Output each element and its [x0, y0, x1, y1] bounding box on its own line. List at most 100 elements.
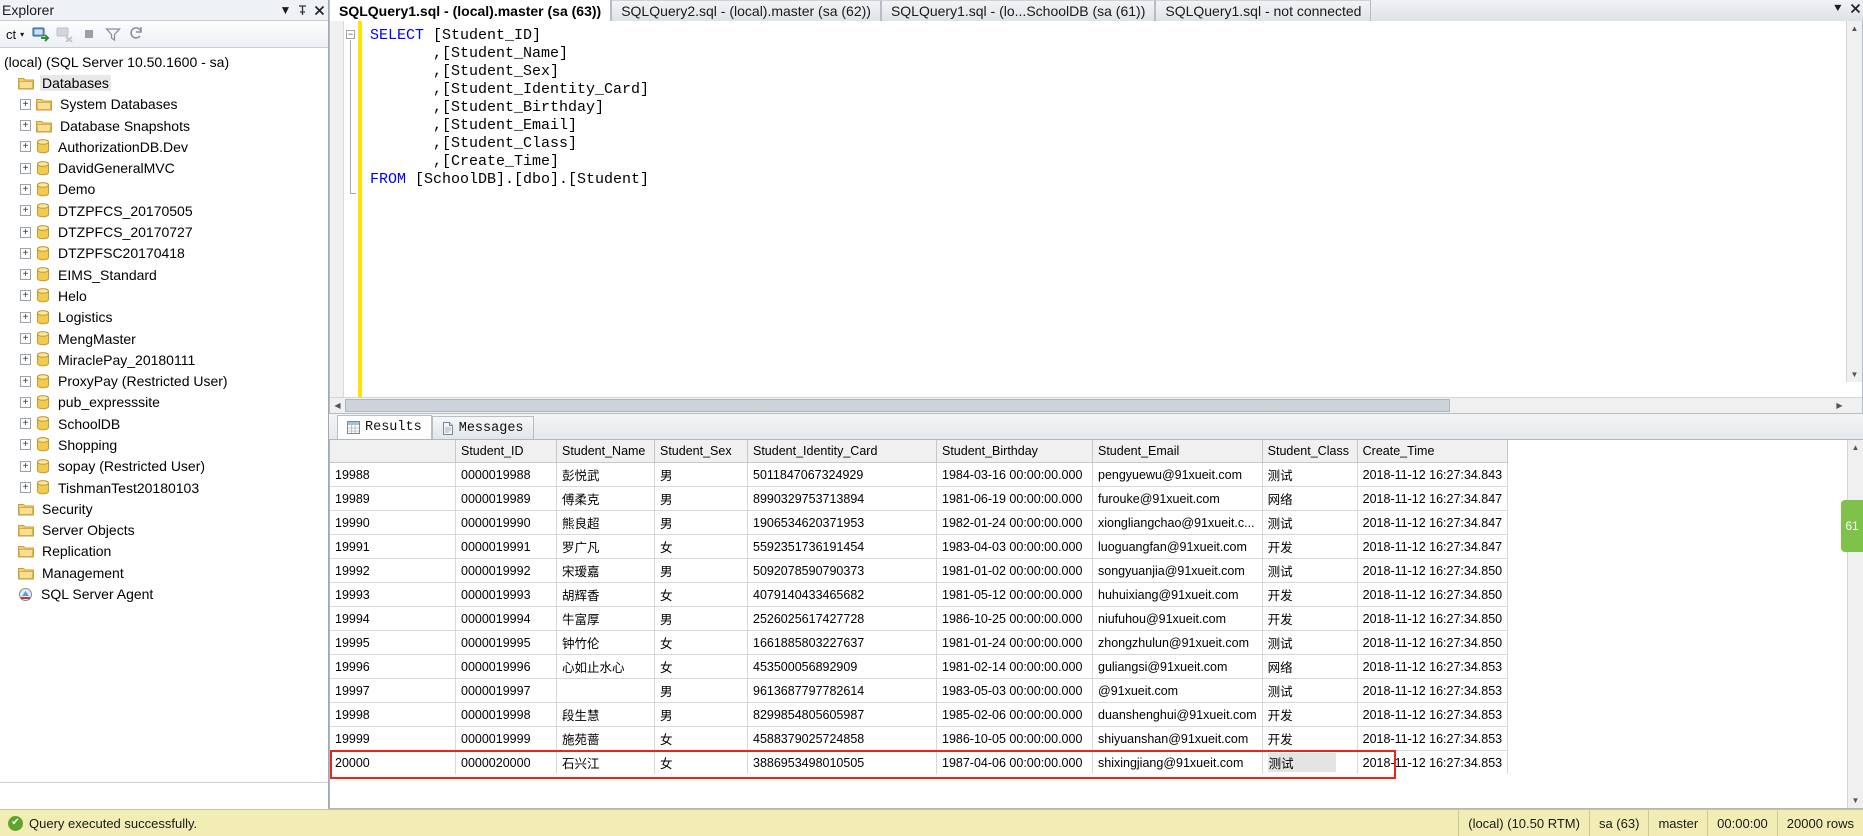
table-cell[interactable]: 女 [654, 654, 748, 679]
table-cell[interactable]: 男 [654, 462, 748, 487]
table-cell[interactable]: 开发 [1262, 582, 1358, 607]
expand-icon[interactable]: + [20, 482, 31, 494]
table-cell[interactable]: 男 [654, 558, 748, 583]
table-cell[interactable]: 女 [654, 534, 748, 559]
column-header-student_identity_card[interactable]: Student_Identity_Card [747, 440, 937, 463]
table-row[interactable]: 19989 0000019989 傅柔克男 8990329753713894 1981-… [330, 486, 1509, 511]
tab-messages[interactable]: Messages [431, 416, 534, 439]
table-cell[interactable]: 1906534620371953 [747, 510, 937, 535]
tree-node-demo[interactable]: + Demo [0, 179, 328, 200]
tree-node-dtzpfcs-20170727[interactable]: + DTZPFCS_20170727 [0, 221, 328, 242]
tree-node-helo[interactable]: + Helo [0, 285, 328, 306]
table-cell[interactable]: 2018-11-12 16:27:34.853 [1357, 750, 1509, 774]
table-cell[interactable]: 5592351736191454 [747, 534, 937, 559]
disconnect-icon[interactable] [54, 24, 75, 44]
table-cell[interactable]: 2018-11-12 16:27:34.850 [1357, 606, 1509, 631]
collapse-icon[interactable]: − [346, 30, 355, 39]
side-badge[interactable]: 61 [1841, 500, 1863, 552]
table-row[interactable]: 20000 0000020000 石兴江女 3886953498010505 1987-… [330, 750, 1509, 774]
editor-horizontal-scrollbar[interactable]: ◀ ▶ [330, 397, 1862, 413]
connect-icon[interactable] [30, 24, 51, 44]
expand-icon[interactable]: + [20, 98, 31, 110]
expand-icon[interactable]: + [20, 162, 31, 174]
table-cell[interactable]: 1986-10-25 00:00:00.000 [936, 606, 1093, 631]
table-cell[interactable]: 2018-11-12 16:27:34.847 [1357, 510, 1509, 535]
table-cell[interactable]: 2018-11-12 16:27:34.850 [1357, 582, 1509, 607]
table-cell[interactable]: 0000019994 [455, 606, 557, 631]
table-cell[interactable]: 宋瑷嘉 [556, 558, 655, 583]
scroll-right-icon[interactable]: ▶ [1832, 398, 1847, 413]
table-cell[interactable]: @91xueit.com [1092, 678, 1263, 703]
row-header-cell[interactable]: 19996 [330, 654, 456, 679]
expand-icon[interactable]: + [20, 375, 31, 387]
table-cell[interactable]: 女 [654, 582, 748, 607]
tab-list-icon[interactable]: ⯆ [1833, 2, 1843, 15]
table-cell[interactable]: 测试 [1262, 630, 1358, 655]
close-icon[interactable] [311, 2, 328, 19]
tree-node-dtzpfsc20170418[interactable]: + DTZPFSC20170418 [0, 243, 328, 264]
expand-icon[interactable]: + [20, 141, 31, 153]
table-cell[interactable]: 钟竹伦 [556, 630, 655, 655]
pin-icon[interactable] [294, 2, 311, 19]
tree-node-server-objects[interactable]: Server Objects [0, 520, 328, 541]
expand-icon[interactable]: + [20, 183, 31, 195]
table-cell[interactable]: 2018-11-12 16:27:34.847 [1357, 486, 1509, 511]
results-grid-wrapper[interactable]: Student_ID Student_Name Student_Sex Student… [329, 439, 1863, 809]
table-cell[interactable]: 段生慧 [556, 702, 655, 727]
stop-icon[interactable] [78, 24, 99, 44]
table-cell[interactable]: shiyuanshan@91xueit.com [1092, 726, 1263, 751]
table-cell[interactable]: 网络 [1262, 654, 1358, 679]
table-cell[interactable]: 彭悦武 [556, 462, 655, 487]
table-cell[interactable]: luoguangfan@91xueit.com [1092, 534, 1263, 559]
expand-icon[interactable]: + [20, 120, 31, 132]
table-row[interactable]: 19992 0000019992 宋瑷嘉男 5092078590790373 1981-… [330, 558, 1509, 583]
table-row[interactable]: 19999 0000019999 施苑蔷女 4588379025724858 1986-… [330, 726, 1509, 751]
table-cell[interactable]: 1661885803227637 [747, 630, 937, 655]
results-grid[interactable]: Student_ID Student_Name Student_Sex Student… [330, 440, 1847, 808]
table-cell[interactable]: shixingjiang@91xueit.com [1092, 750, 1263, 774]
editor-tab-3[interactable]: SQLQuery1.sql - not connected [1155, 0, 1372, 21]
table-cell[interactable]: 0000019988 [455, 462, 557, 487]
object-explorer-tree[interactable]: (local) (SQL Server 10.50.1600 - sa) Dat… [0, 48, 328, 782]
table-cell[interactable]: duanshenghui@91xueit.com [1092, 702, 1263, 727]
expand-icon[interactable]: + [20, 247, 31, 259]
table-cell[interactable]: 0000019992 [455, 558, 557, 583]
table-cell[interactable]: huhuixiang@91xueit.com [1092, 582, 1263, 607]
expand-icon[interactable]: + [20, 439, 31, 451]
scroll-up-icon[interactable]: ▲ [1848, 440, 1863, 455]
expand-icon[interactable]: + [20, 290, 31, 302]
table-cell[interactable]: 8299854805605987 [747, 702, 937, 727]
table-cell[interactable]: 2018-11-12 16:27:34.843 [1357, 462, 1509, 487]
tree-node-system-databases[interactable]: + System Databases [0, 94, 328, 115]
refresh-icon[interactable] [126, 24, 147, 44]
filter-icon[interactable] [102, 24, 123, 44]
table-cell[interactable]: 5092078590790373 [747, 558, 937, 583]
tree-node-schooldb[interactable]: + SchoolDB [0, 413, 328, 434]
tree-node-davidgeneralmvc[interactable]: + DavidGeneralMVC [0, 157, 328, 178]
tree-node-pub-expresssite[interactable]: + pub_expresssite [0, 392, 328, 413]
table-cell[interactable]: 男 [654, 678, 748, 703]
tree-node-authorizationdb-dev[interactable]: + AuthorizationDB.Dev [0, 136, 328, 157]
table-cell[interactable]: 心如止水心 [556, 654, 655, 679]
table-cell[interactable]: 牛富厚 [556, 606, 655, 631]
table-row[interactable]: 19998 0000019998 段生慧男 8299854805605987 1985-… [330, 702, 1509, 727]
row-header-cell[interactable]: 19989 [330, 486, 456, 511]
table-cell[interactable]: 1983-04-03 00:00:00.000 [936, 534, 1093, 559]
table-cell[interactable]: 2018-11-12 16:27:34.850 [1357, 630, 1509, 655]
tree-node-root[interactable]: (local) (SQL Server 10.50.1600 - sa) [0, 51, 328, 72]
table-cell[interactable]: 熊良超 [556, 510, 655, 535]
table-row[interactable]: 19996 0000019996 心如止水心女 453500056892909 1981… [330, 654, 1509, 679]
table-cell[interactable]: furouke@91xueit.com [1092, 486, 1263, 511]
editor-tab-0[interactable]: SQLQuery1.sql - (local).master (sa (63)) [329, 0, 612, 21]
expand-icon[interactable]: + [20, 333, 31, 344]
table-cell[interactable]: 4079140433465682 [747, 582, 937, 607]
row-header-cell[interactable]: 19988 [330, 462, 456, 487]
scroll-track[interactable] [1847, 36, 1862, 367]
table-cell[interactable]: pengyuewu@91xueit.com [1092, 462, 1263, 487]
tree-node-security[interactable]: Security [0, 498, 328, 519]
row-header-cell[interactable]: 19991 [330, 534, 456, 559]
table-cell[interactable]: 1983-05-03 00:00:00.000 [936, 678, 1093, 703]
table-cell[interactable]: 3886953498010505 [747, 750, 937, 774]
table-cell[interactable]: 1981-06-19 00:00:00.000 [936, 486, 1093, 511]
tree-node-management[interactable]: Management [0, 562, 328, 583]
